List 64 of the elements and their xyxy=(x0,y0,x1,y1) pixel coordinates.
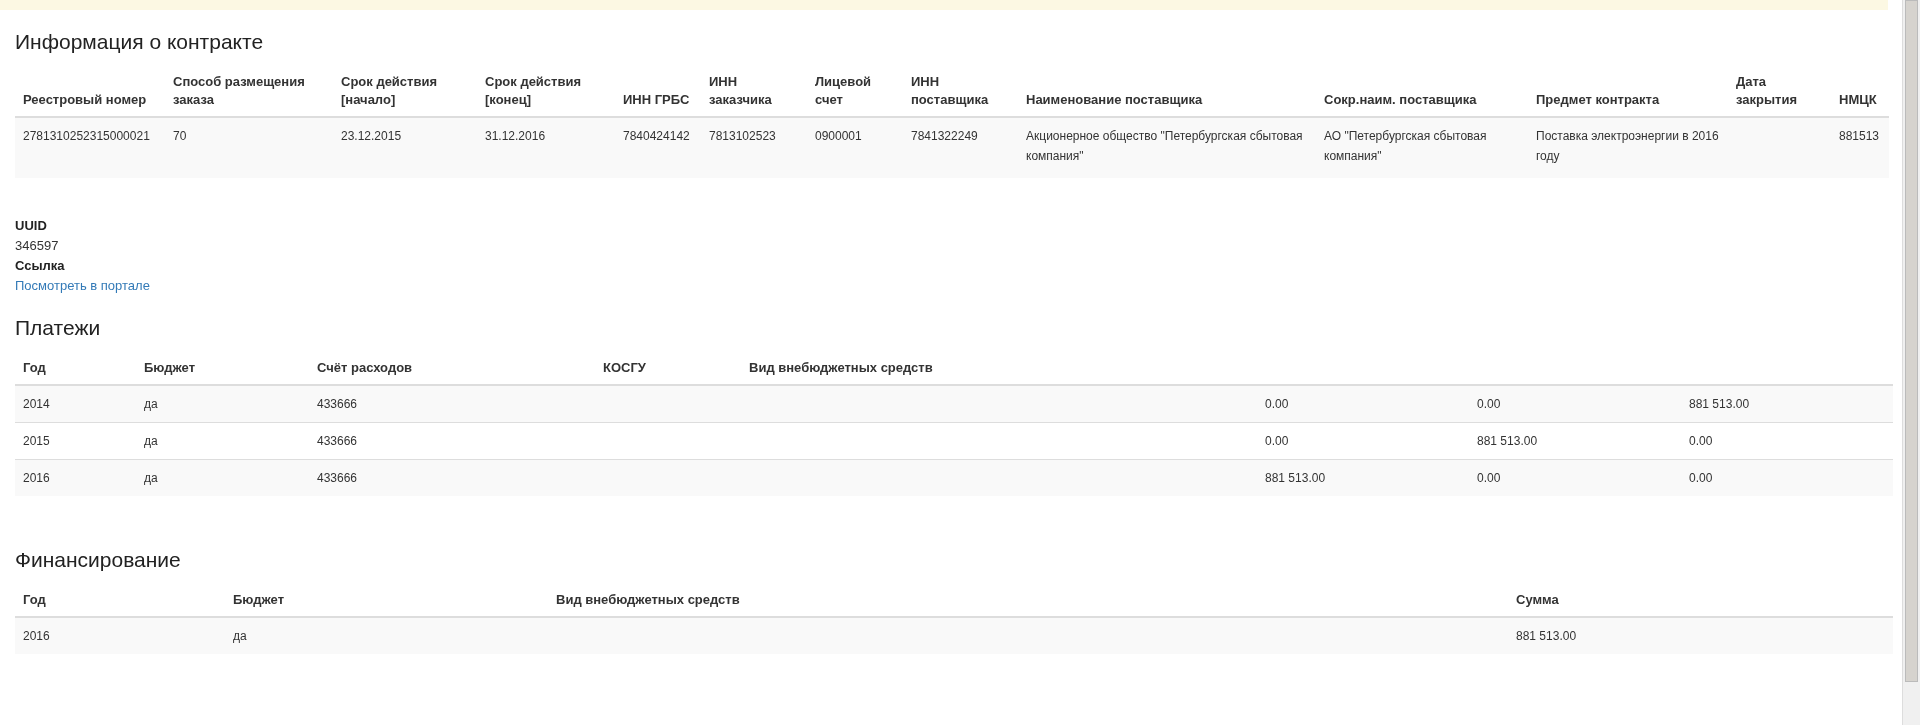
table-cell: 0.00 xyxy=(1265,434,1289,448)
table-cell: 0900001 xyxy=(815,129,862,143)
column-header: Срок действия [конец] xyxy=(485,74,582,107)
column-header: ИНН ГРБС xyxy=(623,92,690,107)
section-title: Информация о контракте xyxy=(15,30,265,54)
column-header: Бюджет xyxy=(233,592,284,607)
scrollbar-thumb[interactable] xyxy=(1905,0,1918,682)
table-cell: 2015 xyxy=(23,434,50,448)
table-cell: 70 xyxy=(173,129,187,143)
table-cell: Акционерное общество "Петербургская сбытовая компания" xyxy=(1026,129,1303,163)
column-header: Лицевой счет xyxy=(815,74,872,107)
column-header: Бюджет xyxy=(144,360,195,375)
column-header: Сокр.наим. поставщика xyxy=(1324,92,1477,107)
table-cell: 2014 xyxy=(23,397,50,411)
field-value: 346597 xyxy=(15,237,59,255)
table-cell: Поставка электроэнергии в 2016 году xyxy=(1536,129,1719,163)
field-label: Ссылка xyxy=(15,257,65,275)
table-cell: 881 513.00 xyxy=(1477,434,1538,448)
column-header: КОСГУ xyxy=(603,360,646,375)
column-header: Способ размещения заказа xyxy=(173,74,305,107)
table-cell: 881513 xyxy=(1839,129,1880,143)
column-header: Сумма xyxy=(1516,592,1559,607)
table-cell: да xyxy=(144,397,158,411)
column-header: Вид внебюджетных средств xyxy=(556,592,740,607)
table-cell: 7840424142 xyxy=(623,129,690,143)
table-cell: да xyxy=(233,629,247,643)
column-header: Год xyxy=(23,360,46,375)
table-cell: 2016 xyxy=(23,629,50,643)
table-cell: 2781310252315000021 xyxy=(23,129,150,143)
table-cell: 881 513.00 xyxy=(1689,397,1750,411)
column-header: Счёт расходов xyxy=(317,360,413,375)
column-header: Вид внебюджетных средств xyxy=(749,360,933,375)
table-cell: 23.12.2015 xyxy=(341,129,402,143)
portal-link[interactable]: Посмотреть в портале xyxy=(15,276,150,296)
column-header: ИНН поставщика xyxy=(911,74,989,107)
column-header: Год xyxy=(23,592,46,607)
table-cell: 2016 xyxy=(23,471,50,485)
table-cell: 433666 xyxy=(317,471,358,485)
column-header: Реестровый номер xyxy=(23,92,147,107)
table-cell: 0.00 xyxy=(1689,434,1713,448)
table-cell: 7841322249 xyxy=(911,129,978,143)
table-cell: 433666 xyxy=(317,434,358,448)
table-cell: 433666 xyxy=(317,397,358,411)
column-header: Предмет контракта xyxy=(1536,92,1660,107)
table-cell: 0.00 xyxy=(1477,397,1501,411)
column-header: НМЦК xyxy=(1839,92,1877,107)
section-title: Финансирование xyxy=(15,548,182,572)
table-cell: 31.12.2016 xyxy=(485,129,546,143)
table-cell: АО "Петербургская сбытовая компания" xyxy=(1324,129,1487,163)
table-cell: 7813102523 xyxy=(709,129,776,143)
field-label: UUID xyxy=(15,217,47,235)
table-cell: 881 513.00 xyxy=(1265,471,1326,485)
scrollbar[interactable] xyxy=(1902,0,1920,725)
table-cell: 881 513.00 xyxy=(1516,629,1577,643)
table-cell: 0.00 xyxy=(1265,397,1289,411)
section-title: Платежи xyxy=(15,316,102,340)
table-cell: да xyxy=(144,471,158,485)
column-header: Наименование поставщика xyxy=(1026,92,1203,107)
table-cell: 0.00 xyxy=(1477,471,1501,485)
table-cell: 0.00 xyxy=(1689,471,1713,485)
table-cell: да xyxy=(144,434,158,448)
column-header: Дата закрытия xyxy=(1736,74,1797,107)
column-header: Срок действия [начало] xyxy=(341,74,438,107)
column-header: ИНН заказчика xyxy=(709,74,772,107)
